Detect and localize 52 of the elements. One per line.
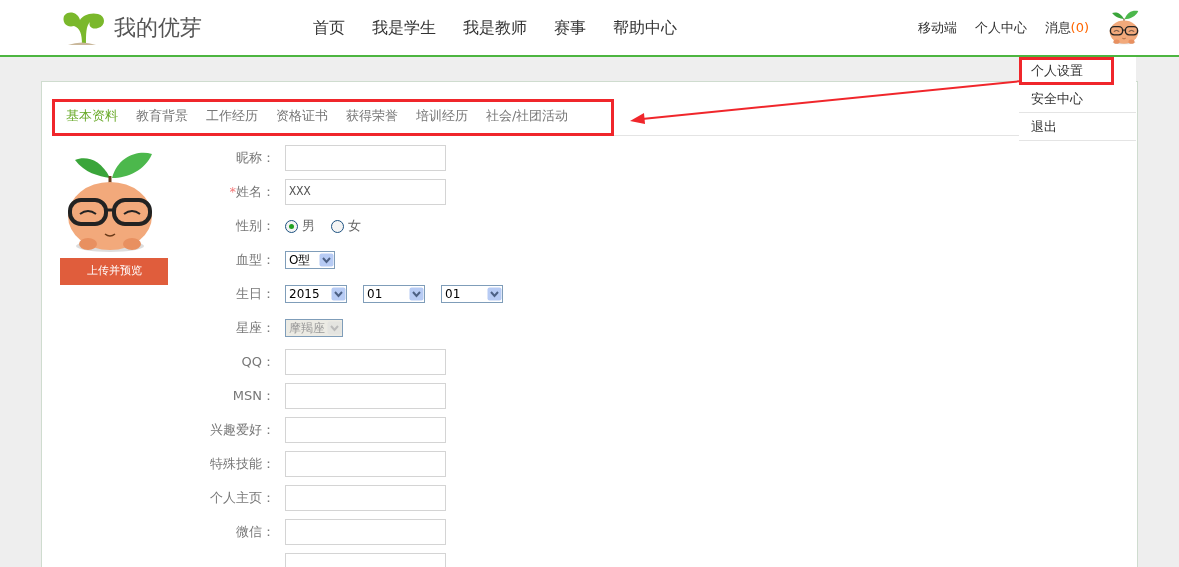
field-label: 微信： [236, 523, 275, 542]
profile-tab[interactable]: 社会/社团活动 [486, 99, 569, 135]
profile-tab[interactable]: 培训经历 [416, 99, 468, 135]
caret-icon [327, 321, 342, 335]
field-label: 个人主页： [210, 489, 275, 508]
text-field[interactable] [285, 485, 446, 511]
nav-link[interactable]: 帮助中心 [613, 15, 677, 40]
radio-option[interactable]: 女 [331, 216, 361, 236]
profile-tab[interactable]: 资格证书 [276, 99, 328, 135]
text-field[interactable] [285, 417, 446, 443]
field-label: 生日： [236, 285, 275, 304]
caret-icon [331, 287, 346, 301]
caret-icon [319, 253, 334, 267]
site-title: 我的优芽 [114, 14, 202, 42]
menu-item[interactable]: 个人设置 [1019, 57, 1114, 85]
profile-tab[interactable]: 获得荣誉 [346, 99, 398, 135]
text-field[interactable] [285, 145, 446, 171]
nav-link[interactable]: 赛事 [554, 15, 586, 40]
text-field[interactable] [285, 383, 446, 409]
dropdown-select[interactable]: 2015 [285, 285, 347, 303]
dropdown-select[interactable]: O型 [285, 251, 335, 269]
profile-tab[interactable]: 工作经历 [206, 99, 258, 135]
menu-item[interactable]: 退出 [1019, 113, 1136, 141]
dropdown-select[interactable]: 01 [441, 285, 503, 303]
field-label: MSN： [232, 387, 275, 406]
header-link[interactable]: 移动端 [917, 17, 957, 38]
caret-icon [409, 287, 424, 301]
field-label: 星座： [236, 319, 275, 338]
field-label: 血型： [236, 251, 275, 270]
text-field[interactable] [285, 519, 446, 545]
nav-link[interactable]: 首页 [313, 15, 345, 40]
upload-preview-button[interactable]: 上传并预览 [60, 258, 168, 285]
header-link[interactable]: 个人中心 [974, 17, 1027, 38]
nav-link[interactable]: 我是教师 [463, 15, 527, 40]
profile-tab[interactable]: 教育背景 [136, 99, 188, 135]
dropdown-select[interactable]: 01 [363, 285, 425, 303]
user-avatar[interactable] [1107, 9, 1141, 46]
radio-option[interactable]: 男 [285, 216, 315, 236]
messages-link[interactable]: 消息(0) [1044, 17, 1089, 38]
text-field[interactable] [285, 349, 446, 375]
field-label: 兴趣爱好： [210, 421, 275, 440]
field-label: 性别： [236, 217, 275, 236]
text-field[interactable]: XXX [285, 179, 446, 205]
field-label: 特殊技能： [210, 455, 275, 474]
text-field[interactable] [285, 451, 446, 477]
field-label: 昵称： [236, 149, 275, 168]
caret-icon [487, 287, 502, 301]
field-label: *姓名： [229, 183, 275, 202]
mascot-avatar-icon [1107, 9, 1141, 46]
field-label: QQ： [241, 353, 275, 372]
menu-item[interactable]: 安全中心 [1019, 85, 1136, 113]
nav-link[interactable]: 我是学生 [372, 15, 436, 40]
